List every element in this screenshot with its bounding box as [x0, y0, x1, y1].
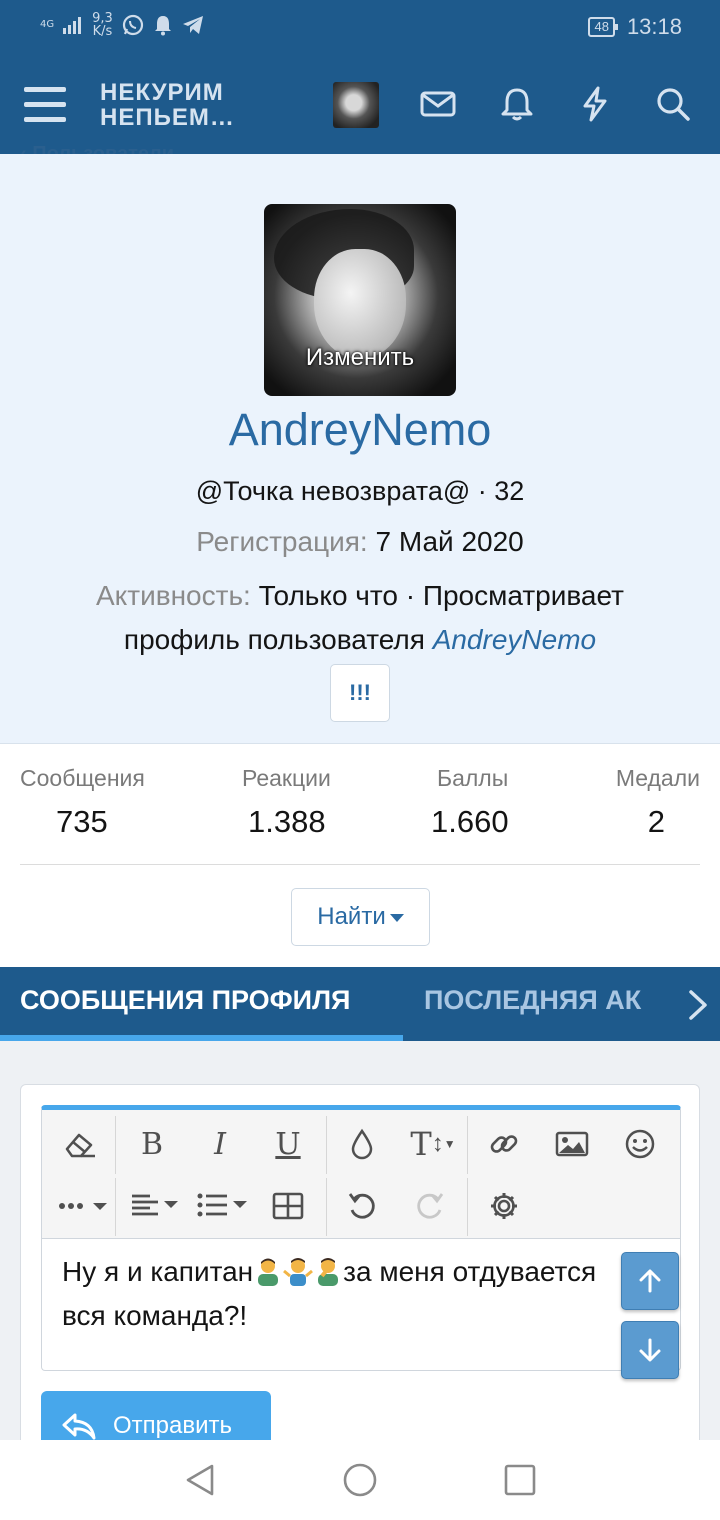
emoji-shrug-icon	[283, 1255, 314, 1286]
list-icon[interactable]	[192, 1178, 254, 1234]
clock: 13:18	[626, 14, 682, 39]
recents-icon[interactable]	[502, 1462, 538, 1498]
image-icon[interactable]	[544, 1116, 600, 1172]
find-button[interactable]: Найти	[291, 888, 430, 946]
message-input[interactable]: Ну я и капитан за меня отдувается вся ком…	[62, 1250, 622, 1338]
tab-latest-activity[interactable]: ПОСЛЕДНЯЯ АК	[424, 985, 641, 1016]
username[interactable]: AndreyNemo	[0, 404, 720, 456]
tab-profile-posts[interactable]: СООБЩЕНИЯ ПРОФИЛЯ	[20, 985, 350, 1016]
align-icon[interactable]	[124, 1178, 186, 1234]
reply-icon	[62, 1413, 96, 1440]
message-editor: B I U T ↕ ▼ Ну я и капитан за меня отдув…	[41, 1105, 681, 1371]
profile-avatar[interactable]: Изменить	[264, 204, 456, 396]
menu-icon[interactable]	[24, 87, 66, 123]
emoji-icon[interactable]	[612, 1116, 668, 1172]
user-title: @Точка невозврата@ · 32	[195, 476, 525, 506]
change-avatar-label[interactable]: Изменить	[264, 344, 456, 372]
eraser-icon[interactable]	[52, 1116, 108, 1172]
whatsapp-icon	[122, 14, 143, 36]
status-bar: 4G 9,3 K/s 48 13:18	[0, 0, 720, 56]
emoji-facepalm-icon	[313, 1255, 343, 1286]
underline-icon[interactable]: U	[260, 1116, 316, 1172]
editor-toolbar: B I U T ↕ ▼	[42, 1110, 680, 1239]
home-icon[interactable]	[342, 1462, 378, 1498]
arrow-up-icon	[639, 1269, 661, 1293]
scroll-up-button[interactable]	[621, 1252, 679, 1310]
gear-icon[interactable]	[476, 1178, 532, 1234]
new-post-card: B I U T ↕ ▼ Ну я и капитан за меня отдув…	[20, 1084, 700, 1484]
bell-icon[interactable]	[497, 84, 537, 124]
network-speed: 9,3 K/s	[92, 11, 113, 39]
battery-indicator: 48	[588, 17, 619, 37]
bell-notification-icon	[154, 16, 171, 36]
italic-icon[interactable]: I	[192, 1116, 248, 1172]
profile-header: Изменить AndreyNemo @Точка невозврата@ ·…	[0, 154, 720, 744]
registration-info: Регистрация: 7 Май 2020	[196, 526, 524, 557]
undo-icon[interactable]	[334, 1178, 390, 1234]
activity-user-link[interactable]: AndreyNemo	[433, 624, 596, 655]
mail-icon[interactable]	[418, 84, 458, 124]
search-icon[interactable]	[653, 84, 693, 124]
signal-icon	[63, 17, 82, 34]
arrow-down-icon	[639, 1338, 661, 1362]
scroll-down-button[interactable]	[621, 1321, 679, 1379]
table-icon[interactable]	[260, 1178, 316, 1234]
stat-reactions[interactable]: Реакции 1.388	[242, 765, 331, 840]
caret-down-icon	[389, 913, 404, 922]
bold-icon[interactable]: B	[124, 1116, 180, 1172]
telegram-icon	[182, 16, 203, 34]
activity-info: Активность: Только что · Просматривает п…	[96, 580, 624, 655]
system-nav-bar	[0, 1440, 720, 1520]
font-size-icon[interactable]: T ↕ ▼	[400, 1116, 466, 1172]
profile-tabs: СООБЩЕНИЯ ПРОФИЛЯ ПОСЛЕДНЯЯ АК	[0, 967, 720, 1041]
profile-posts-panel: B I U T ↕ ▼ Ну я и капитан за меня отдув…	[0, 1041, 720, 1484]
stat-points[interactable]: Баллы 1.660	[431, 765, 509, 840]
stat-messages[interactable]: Сообщения 735	[20, 765, 145, 840]
network-type: 4G	[40, 19, 55, 30]
link-icon[interactable]	[476, 1116, 532, 1172]
bolt-icon[interactable]	[575, 84, 615, 124]
profile-stats: Сообщения 735 Реакции 1.388 Баллы 1.660 …	[20, 765, 700, 865]
redo-icon[interactable]	[402, 1178, 458, 1234]
emoji-facepalm-icon	[253, 1255, 283, 1286]
stat-medals[interactable]: Медали 2	[610, 765, 700, 840]
more-options-icon[interactable]	[52, 1178, 114, 1234]
chevron-right-icon[interactable]	[686, 989, 710, 1021]
user-avatar[interactable]	[333, 82, 379, 128]
more-actions-button[interactable]: !!!	[330, 664, 390, 722]
text-color-icon[interactable]	[334, 1116, 390, 1172]
site-header: НЕКУРИМ НЕПЬЕМ…	[0, 56, 720, 154]
site-logo[interactable]: НЕКУРИМ НЕПЬЕМ…	[100, 80, 235, 130]
back-icon[interactable]	[182, 1462, 218, 1498]
